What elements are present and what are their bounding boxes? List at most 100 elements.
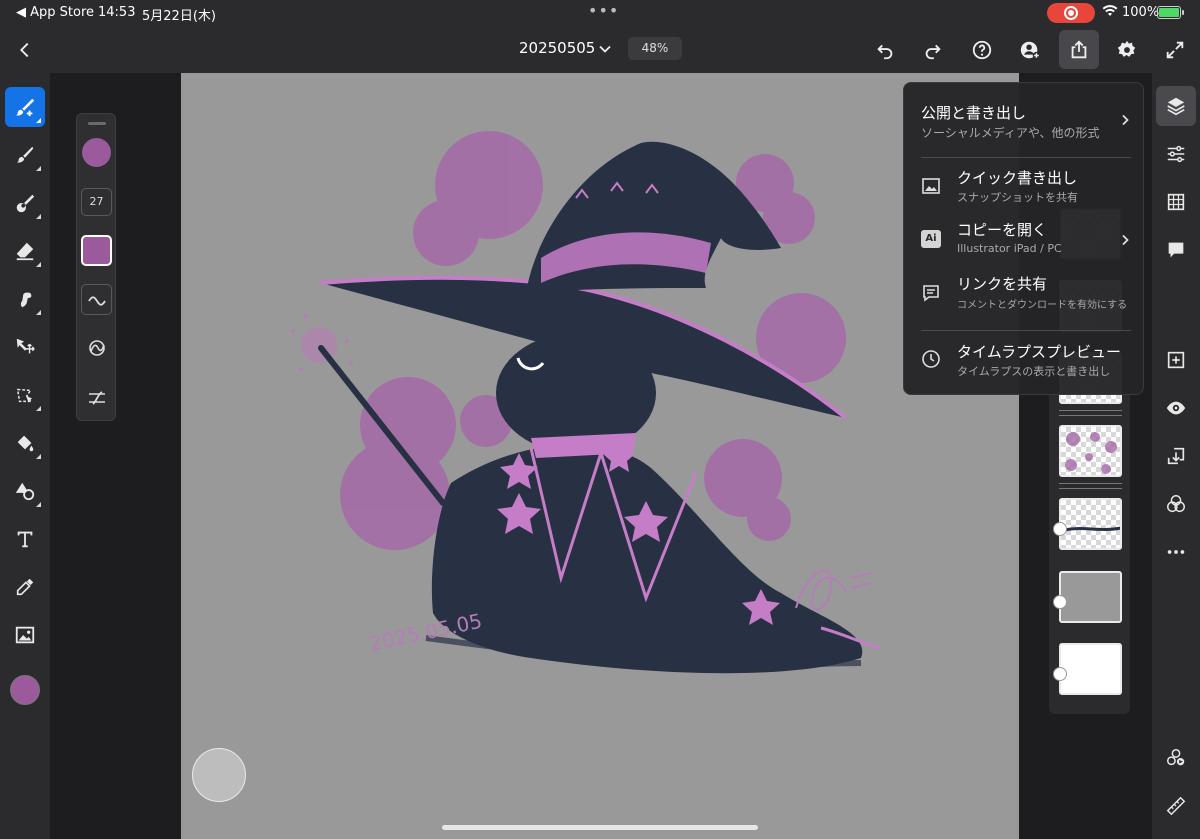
brush-color-swatch[interactable] [81, 235, 112, 266]
layers-button[interactable] [1156, 86, 1196, 126]
quick-export-item[interactable]: クイック書き出し スナップショットを共有 [904, 158, 1145, 210]
blend-mode-button[interactable] [1156, 484, 1196, 524]
status-time: 14:53 [98, 5, 136, 20]
move-icon [16, 338, 35, 354]
multitasking-dots-icon[interactable]: ••• [588, 1, 619, 20]
chevron-right-icon [1122, 114, 1129, 126]
brush-smoothing-button[interactable] [81, 284, 112, 315]
zoom-level[interactable]: 48% [628, 37, 682, 60]
chevron-right-icon [1122, 234, 1129, 246]
tool-paint-brush[interactable] [5, 135, 45, 175]
layer-group-divider [1059, 488, 1122, 489]
tool-place-image[interactable] [5, 615, 45, 655]
add-layer-icon [1167, 351, 1185, 369]
ruler-button[interactable] [1156, 786, 1196, 826]
brush-pressure-button[interactable] [81, 332, 112, 363]
right-toolbar [1152, 73, 1200, 839]
add-layer-button[interactable] [1156, 340, 1196, 380]
publish-export-title: 公開と書き出し [921, 104, 1027, 122]
tool-eyedropper[interactable] [5, 567, 45, 607]
invite-user-icon[interactable] [1010, 26, 1050, 73]
chevron-down-icon[interactable] [598, 42, 612, 56]
share-icon[interactable] [1059, 26, 1099, 73]
tool-mixer-brush[interactable] [5, 183, 45, 223]
grid-button[interactable] [1156, 182, 1196, 222]
tool-move-transform[interactable] [5, 327, 45, 367]
drawing-canvas[interactable]: 2025.05.05 [181, 73, 1019, 839]
undo-icon[interactable] [865, 26, 905, 73]
paint-brush-icon [16, 146, 34, 163]
tool-smudge[interactable] [5, 279, 45, 319]
panel-drag-handle[interactable] [88, 122, 106, 125]
home-indicator[interactable] [442, 825, 758, 830]
cloak [431, 443, 882, 674]
image-icon [921, 176, 941, 196]
layer-adjustment-badge-icon [1053, 522, 1067, 536]
fullscreen-icon[interactable] [1155, 26, 1195, 73]
top-app-bar: 20250505 48% [0, 26, 1200, 73]
tool-fill[interactable] [5, 423, 45, 463]
paint-bucket-icon [17, 435, 34, 452]
document-title[interactable]: 20250505 [519, 39, 595, 57]
quick-export-title: クイック書き出し [957, 169, 1078, 187]
tool-text[interactable] [5, 519, 45, 559]
open-copy-item[interactable]: Ai コピーを開く Illustrator iPad / PC [904, 210, 1145, 264]
comments-button[interactable] [1156, 230, 1196, 270]
brush-size-value[interactable]: 27 [81, 188, 112, 216]
layer-thumb-background[interactable] [1059, 643, 1122, 695]
layers-icon [1167, 97, 1185, 116]
share-link-item[interactable]: リンクを共有 コメントとダウンロードを有効にする [904, 264, 1145, 316]
tool-brush-add[interactable] [5, 87, 45, 127]
tool-lasso-select[interactable] [5, 375, 45, 415]
touch-modifier-button[interactable] [192, 748, 246, 802]
settings-gear-icon[interactable] [1107, 26, 1147, 73]
back-icon[interactable] [5, 26, 45, 73]
illustrator-icon: Ai [921, 230, 941, 248]
left-toolbar [0, 73, 50, 839]
adjustments-button[interactable] [1156, 134, 1196, 174]
layer-thumb-gray-fill[interactable] [1059, 571, 1122, 623]
image-icon [15, 626, 35, 644]
timelapse-title: タイムラプスプレビュー [957, 343, 1121, 361]
wave-icon [87, 295, 106, 306]
brush-plus-icon [15, 98, 35, 117]
share-link-subtitle: コメントとダウンロードを有効にする [957, 300, 1128, 311]
battery-icon [1157, 6, 1184, 19]
wifi-icon [1102, 4, 1118, 21]
quick-export-subtitle: スナップショットを共有 [957, 191, 1078, 204]
tool-shapes[interactable] [5, 471, 45, 511]
back-to-app-store[interactable]: ◀ App Store [16, 5, 94, 20]
touch-shortcut-button[interactable] [1156, 738, 1196, 778]
blend-circles-icon [1167, 495, 1185, 513]
witch-cat-artwork: 2025.05.05 [291, 131, 882, 674]
more-options-button[interactable] [1156, 532, 1196, 572]
merge-down-button[interactable] [1156, 436, 1196, 476]
comment-icon [1168, 242, 1184, 258]
sliders-icon [1167, 145, 1185, 163]
help-icon[interactable] [962, 26, 1002, 73]
ruler-icon [1166, 796, 1186, 816]
brush-settings-button[interactable] [81, 382, 112, 413]
artwork-date-signature: 2025.05.05 [367, 609, 484, 656]
lasso-icon [16, 388, 33, 403]
timelapse-preview-item[interactable]: タイムラプスプレビュー タイムラプスの表示と書き出し [904, 331, 1145, 391]
layer-thumb-grass[interactable] [1059, 498, 1122, 550]
layer-visibility-button[interactable] [1156, 388, 1196, 428]
publish-and-export-item[interactable]: 公開と書き出し ソーシャルメディアや、他の形式 [904, 83, 1145, 158]
brush-sliders-icon [88, 390, 105, 405]
open-copy-title: コピーを開く [957, 221, 1048, 239]
status-date: 5月22日(木) [142, 9, 216, 24]
screen-recording-icon[interactable] [1047, 3, 1095, 23]
grid-icon [1167, 193, 1185, 211]
status-bar: ◀ App Store 14:53 5月22日(木) ••• 100% [0, 0, 1200, 26]
color-picker-swatch[interactable] [10, 675, 40, 705]
redo-icon[interactable] [913, 26, 953, 73]
brush-preview-swatch[interactable] [82, 138, 111, 167]
layer-image-badge-icon [1053, 667, 1067, 681]
mixer-brush-icon [16, 194, 35, 213]
tool-eraser[interactable] [5, 231, 45, 271]
layer-group-divider [1059, 483, 1122, 484]
brush-properties-panel: 27 [76, 113, 116, 421]
battery-percent: 100% [1122, 5, 1160, 20]
layer-thumb-circles[interactable] [1059, 425, 1122, 477]
